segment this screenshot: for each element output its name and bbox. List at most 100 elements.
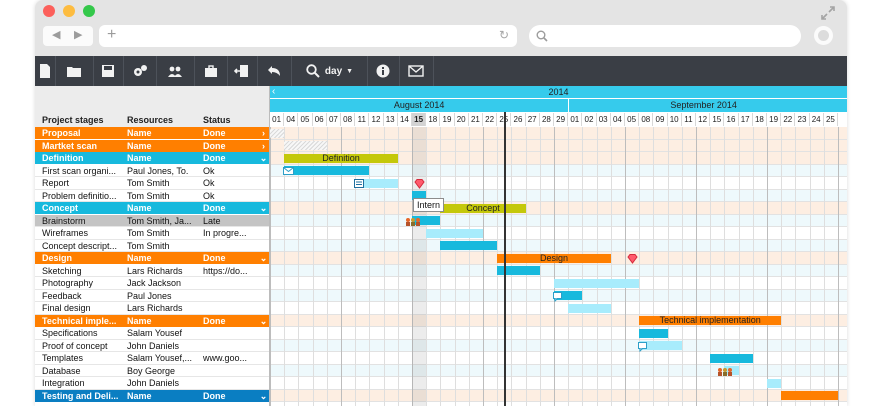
task-bar[interactable] <box>554 278 640 288</box>
task-bar[interactable] <box>767 378 782 388</box>
task-bar[interactable] <box>440 241 498 251</box>
task-row[interactable]: Final design Lars Richards <box>35 302 269 315</box>
grid-row <box>270 214 847 227</box>
toolbar-button-undo[interactable] <box>257 56 292 86</box>
grid-column-line <box>397 127 399 406</box>
forward-arrow-icon[interactable]: ▶ <box>74 28 82 41</box>
grid-row <box>270 377 847 390</box>
group-row[interactable]: Proposal Name Done › <box>35 127 269 139</box>
task-bar[interactable] <box>284 166 370 176</box>
toolbar-button-users[interactable] <box>156 56 195 86</box>
chevron-down-icon[interactable]: ⌄ <box>258 152 269 164</box>
toolbar-button-settings[interactable] <box>123 56 157 86</box>
diamond-icon[interactable] <box>627 253 638 264</box>
gantt-grid: Definition Concept Design Technical impleme… <box>270 127 847 406</box>
summary-bar[interactable]: Design <box>497 253 611 263</box>
toolbar-button-search[interactable]: day ▼ <box>291 56 368 86</box>
task-bar[interactable] <box>284 141 327 151</box>
address-bar[interactable]: + ↻ <box>99 25 517 47</box>
toolbar-button-briefcase[interactable] <box>194 56 228 86</box>
chat-icon[interactable] <box>553 291 564 302</box>
new-tab-icon[interactable]: + <box>107 26 116 44</box>
resources-cell: Lars Richards <box>127 265 183 276</box>
chevron-right-icon[interactable]: › <box>258 140 269 152</box>
team-icon[interactable] <box>405 217 421 227</box>
chevron-down-icon[interactable]: ⌄ <box>258 202 269 214</box>
reload-icon[interactable]: ↻ <box>499 28 509 42</box>
chevron-down-icon[interactable]: ⌄ <box>258 315 269 327</box>
group-row[interactable]: Martket scan Name Done › <box>35 139 269 152</box>
task-bar[interactable] <box>426 228 483 238</box>
resources-cell: Jack Jackson <box>127 278 182 288</box>
toolbar-button-info[interactable] <box>367 56 400 86</box>
back-arrow-icon[interactable]: ◀ <box>52 28 60 41</box>
task-row[interactable]: First scan organi... Paul Jones, To. Ok <box>35 165 269 177</box>
grid-row <box>270 227 847 240</box>
chat-icon[interactable] <box>638 341 649 352</box>
task-row[interactable]: Templates Salam Yousef,... www.goo... <box>35 352 269 365</box>
toolbar-button-folder[interactable] <box>55 56 94 86</box>
note-icon[interactable] <box>354 179 365 189</box>
column-header-resources[interactable]: Resources <box>127 115 173 125</box>
task-row[interactable]: Sketching Lars Richards https://do... <box>35 265 269 277</box>
task-row[interactable]: Wireframes Tom Smith In progre... <box>35 227 269 240</box>
task-row[interactable]: Specifications Salam Yousef <box>35 327 269 340</box>
group-row[interactable]: Design Name Done ⌄ <box>35 252 269 264</box>
team-icon[interactable] <box>717 367 733 377</box>
status-cell: Done <box>203 140 226 151</box>
task-row[interactable]: Photography Jack Jackson <box>35 277 269 290</box>
task-bar[interactable] <box>781 391 838 401</box>
chevron-right-icon[interactable]: › <box>258 127 269 139</box>
chevron-down-icon[interactable]: ⌄ <box>258 252 269 264</box>
diamond-icon[interactable] <box>414 178 425 189</box>
group-row[interactable]: Concept Name Done ⌄ <box>35 202 269 214</box>
status-cell: Done <box>203 390 226 401</box>
task-bar[interactable] <box>710 353 753 363</box>
toolbar-button-mail[interactable] <box>399 56 434 86</box>
profile-button[interactable] <box>814 26 833 45</box>
task-row[interactable]: Proof of concept John Daniels <box>35 340 269 352</box>
resources-cell: Tom Smith <box>127 228 170 238</box>
group-row[interactable]: Testing and Deli... Name Done ⌄ <box>35 389 269 402</box>
toolbar-button-save[interactable] <box>93 56 124 86</box>
chevron-down-icon[interactable]: ⌄ <box>258 390 269 402</box>
column-header-status[interactable]: Status <box>203 115 231 125</box>
app-toolbar: day ▼ <box>35 56 847 86</box>
summary-bar[interactable]: Technical implementation <box>639 315 782 326</box>
summary-bar[interactable]: Definition <box>284 153 398 163</box>
bar-label: Technical implementation <box>659 315 761 326</box>
maximize-window-button[interactable] <box>83 5 95 17</box>
group-row[interactable]: Technical imple... Name Done ⌄ <box>35 314 269 327</box>
stage-name: Database <box>42 365 81 376</box>
day-label: 04 <box>284 113 299 126</box>
mail-icon[interactable] <box>283 166 295 177</box>
task-bar[interactable] <box>568 303 611 313</box>
group-row[interactable]: Definition Name Done ⌄ <box>35 152 269 164</box>
close-window-button[interactable] <box>43 5 55 17</box>
task-row[interactable]: Concept descript... Tom Smith <box>35 240 269 252</box>
grid-column-line <box>838 127 839 406</box>
fullscreen-icon[interactable] <box>821 6 835 20</box>
browser-search-field[interactable] <box>529 25 801 47</box>
task-row[interactable]: Integration John Daniels <box>35 377 269 390</box>
task-bar[interactable] <box>270 128 285 138</box>
task-bar[interactable] <box>639 328 668 338</box>
resources-cell: Tom Smith <box>127 178 170 188</box>
task-row[interactable]: Feedback Paul Jones <box>35 290 269 302</box>
stage-name: First scan organi... <box>42 165 117 176</box>
summary-bar[interactable]: Concept <box>440 203 526 213</box>
briefcase-icon <box>204 65 217 77</box>
grid-column-line <box>625 127 626 406</box>
task-row[interactable]: Report Tom Smith Ok <box>35 177 269 190</box>
day-label: 23 <box>795 113 810 126</box>
task-row[interactable]: Database Boy George <box>35 365 269 377</box>
task-row[interactable]: Problem definitio... Tom Smith Ok <box>35 190 269 202</box>
day-label: 05 <box>298 113 313 126</box>
minimize-window-button[interactable] <box>63 5 75 17</box>
toolbar-button-file[interactable] <box>35 56 56 86</box>
grid-column-line <box>539 127 541 406</box>
resources-cell: Name <box>127 153 152 163</box>
toolbar-button-exit[interactable] <box>227 56 258 86</box>
column-header-stages[interactable]: Project stages <box>42 115 104 125</box>
task-row[interactable]: Brainstorm Tom Smith, Ja... Late <box>35 214 269 227</box>
